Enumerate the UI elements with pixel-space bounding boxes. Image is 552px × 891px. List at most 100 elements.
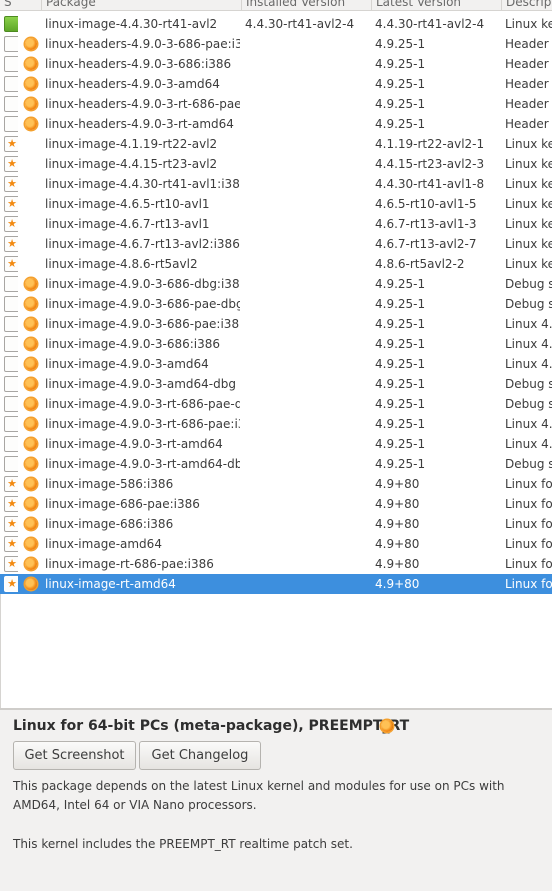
table-row[interactable]: linux-image-4.9.0-3-rt-686-pae-dbg:i386 4… (0, 394, 552, 414)
column-header-latest-version[interactable]: Latest Version (371, 0, 501, 10)
support-cell (22, 294, 40, 314)
table-row[interactable]: ★ linux-image-686:i386 4.9+80 Linux fo (0, 514, 552, 534)
mark-checkbox[interactable] (4, 436, 18, 452)
table-row[interactable]: linux-headers-4.9.0-3-amd64 4.9.25-1 Heade… (0, 74, 552, 94)
description-cell: Linux ke (505, 177, 552, 191)
table-row[interactable]: linux-image-4.9.0-3-rt-686-pae:i386 4.9.2… (0, 414, 552, 434)
package-name-cell: linux-image-4.9.0-3-rt-686-pae:i386 (45, 417, 240, 431)
support-cell (22, 34, 40, 54)
package-name-cell: linux-image-4.6.5-rt10-avl1 (45, 197, 210, 211)
star-icon: ★ (7, 557, 17, 570)
table-row[interactable]: ★ linux-image-rt-686-pae:i386 4.9+80 Linux … (0, 554, 552, 574)
installed-version-cell (245, 174, 370, 194)
mark-checkbox[interactable]: ★ (4, 536, 18, 552)
description-cell: Linux ke (505, 17, 552, 31)
mark-checkbox[interactable] (4, 116, 18, 132)
debian-swirl-icon (25, 418, 37, 430)
table-row[interactable]: ★ linux-image-4.4.15-rt23-avl2 4.4.15-rt23… (0, 154, 552, 174)
table-row[interactable]: linux-image-4.9.0-3-rt-amd64-dbg 4.9.25-1… (0, 454, 552, 474)
description-cell: Linux ke (505, 237, 552, 251)
table-row[interactable]: linux-headers-4.9.0-3-686:i386 4.9.25-1 He… (0, 54, 552, 74)
mark-checkbox[interactable]: ★ (4, 516, 18, 532)
table-row[interactable]: ★ linux-image-686-pae:i386 4.9+80 Linux fo (0, 494, 552, 514)
mark-checkbox[interactable] (4, 276, 18, 292)
column-header-installed-version[interactable]: Installed Version (241, 0, 371, 10)
mark-checkbox[interactable] (4, 336, 18, 352)
table-row[interactable]: ★ linux-image-rt-amd64 4.9+80 Linux fo (0, 574, 552, 594)
latest-version-cell: 4.6.5-rt10-avl1-5 (375, 197, 477, 211)
mark-checkbox[interactable]: ★ (4, 156, 18, 172)
table-row[interactable]: ★ linux-image-4.8.6-rt5avl2 4.8.6-rt5avl2-… (0, 254, 552, 274)
star-icon: ★ (7, 137, 17, 150)
table-row[interactable]: linux-image-4.9.0-3-686:i386 4.9.25-1 Linu… (0, 334, 552, 354)
description-cell: Debug s (505, 277, 552, 291)
installed-checkbox[interactable] (4, 16, 18, 32)
table-row[interactable]: ★ linux-image-586:i386 4.9+80 Linux fo (0, 474, 552, 494)
table-row[interactable]: ★ linux-image-4.6.7-rt13-avl1 4.6.7-rt13-a… (0, 214, 552, 234)
debian-swirl-icon (25, 518, 37, 530)
table-row[interactable]: linux-image-4.9.0-3-amd64 4.9.25-1 Linux 4… (0, 354, 552, 374)
column-header-package[interactable]: Package (41, 0, 241, 10)
installed-version-cell (245, 194, 370, 214)
table-row[interactable]: linux-headers-4.9.0-3-rt-amd64 4.9.25-1 He… (0, 114, 552, 134)
mark-checkbox[interactable]: ★ (4, 176, 18, 192)
table-row[interactable]: linux-image-4.9.0-3-rt-amd64 4.9.25-1 Linu… (0, 434, 552, 454)
mark-checkbox[interactable] (4, 376, 18, 392)
mark-checkbox[interactable] (4, 36, 18, 52)
description-cell: Debug s (505, 397, 552, 411)
mark-checkbox[interactable] (4, 56, 18, 72)
mark-checkbox[interactable] (4, 296, 18, 312)
support-cell (22, 94, 40, 114)
table-row[interactable]: ★ linux-image-4.6.7-rt13-avl2:i386 4.6.7-r… (0, 234, 552, 254)
package-list: linux-image-4.4.30-rt41-avl2 4.4.30-rt41-… (0, 14, 552, 594)
table-row[interactable]: ★ linux-image-4.6.5-rt10-avl1 4.6.5-rt10-a… (0, 194, 552, 214)
table-row[interactable]: linux-image-4.9.0-3-686-pae:i386 4.9.25-1… (0, 314, 552, 334)
installed-version-cell (245, 354, 370, 374)
column-header-status[interactable]: S (0, 0, 19, 10)
table-row[interactable]: ★ linux-image-4.4.30-rt41-avl1:i386 4.4.30… (0, 174, 552, 194)
support-cell (22, 414, 40, 434)
package-list-header: S Package Installed Version Latest Versi… (0, 0, 552, 11)
installed-version-cell (245, 454, 370, 474)
table-row[interactable]: linux-headers-4.9.0-3-686-pae:i386 4.9.25… (0, 34, 552, 54)
mark-checkbox[interactable] (4, 456, 18, 472)
mark-checkbox[interactable]: ★ (4, 216, 18, 232)
table-row[interactable]: linux-image-4.4.30-rt41-avl2 4.4.30-rt41-… (0, 14, 552, 34)
get-changelog-button[interactable]: Get Changelog (139, 741, 261, 770)
mark-checkbox[interactable]: ★ (4, 556, 18, 572)
mark-checkbox[interactable]: ★ (4, 196, 18, 212)
mark-checkbox[interactable] (4, 356, 18, 372)
status-cell: ★ (2, 474, 18, 494)
table-row[interactable]: linux-image-4.9.0-3-amd64-dbg 4.9.25-1 Deb… (0, 374, 552, 394)
table-row[interactable]: linux-headers-4.9.0-3-rt-686-pae:i386 4.9… (0, 94, 552, 114)
table-row[interactable]: linux-image-4.9.0-3-686-dbg:i386 4.9.25-1… (0, 274, 552, 294)
mark-checkbox[interactable]: ★ (4, 476, 18, 492)
mark-checkbox[interactable] (4, 316, 18, 332)
star-icon: ★ (7, 197, 17, 210)
status-cell: ★ (2, 554, 18, 574)
column-header-description[interactable]: Descrip (501, 0, 552, 10)
package-name-cell: linux-image-4.9.0-3-686:i386 (45, 337, 221, 351)
mark-checkbox[interactable] (4, 96, 18, 112)
mark-checkbox[interactable] (4, 396, 18, 412)
table-row[interactable]: linux-image-4.9.0-3-686-pae-dbg:i386 4.9.… (0, 294, 552, 314)
table-row[interactable]: ★ linux-image-amd64 4.9+80 Linux fo (0, 534, 552, 554)
debian-swirl-icon (25, 398, 37, 410)
mark-checkbox[interactable]: ★ (4, 236, 18, 252)
status-cell: ★ (2, 214, 18, 234)
mark-checkbox[interactable]: ★ (4, 256, 18, 272)
status-cell: ★ (2, 174, 18, 194)
debian-swirl-icon (25, 538, 37, 550)
support-cell (22, 394, 40, 414)
installed-version-cell (245, 134, 370, 154)
mark-checkbox[interactable]: ★ (4, 136, 18, 152)
installed-version-cell (245, 274, 370, 294)
mark-checkbox[interactable] (4, 416, 18, 432)
package-name-cell: linux-image-4.9.0-3-amd64 (45, 357, 209, 371)
mark-checkbox[interactable]: ★ (4, 576, 18, 592)
mark-checkbox[interactable]: ★ (4, 496, 18, 512)
latest-version-cell: 4.9.25-1 (375, 297, 426, 311)
table-row[interactable]: ★ linux-image-4.1.19-rt22-avl2 4.1.19-rt22… (0, 134, 552, 154)
mark-checkbox[interactable] (4, 76, 18, 92)
get-screenshot-button[interactable]: Get Screenshot (13, 741, 136, 770)
